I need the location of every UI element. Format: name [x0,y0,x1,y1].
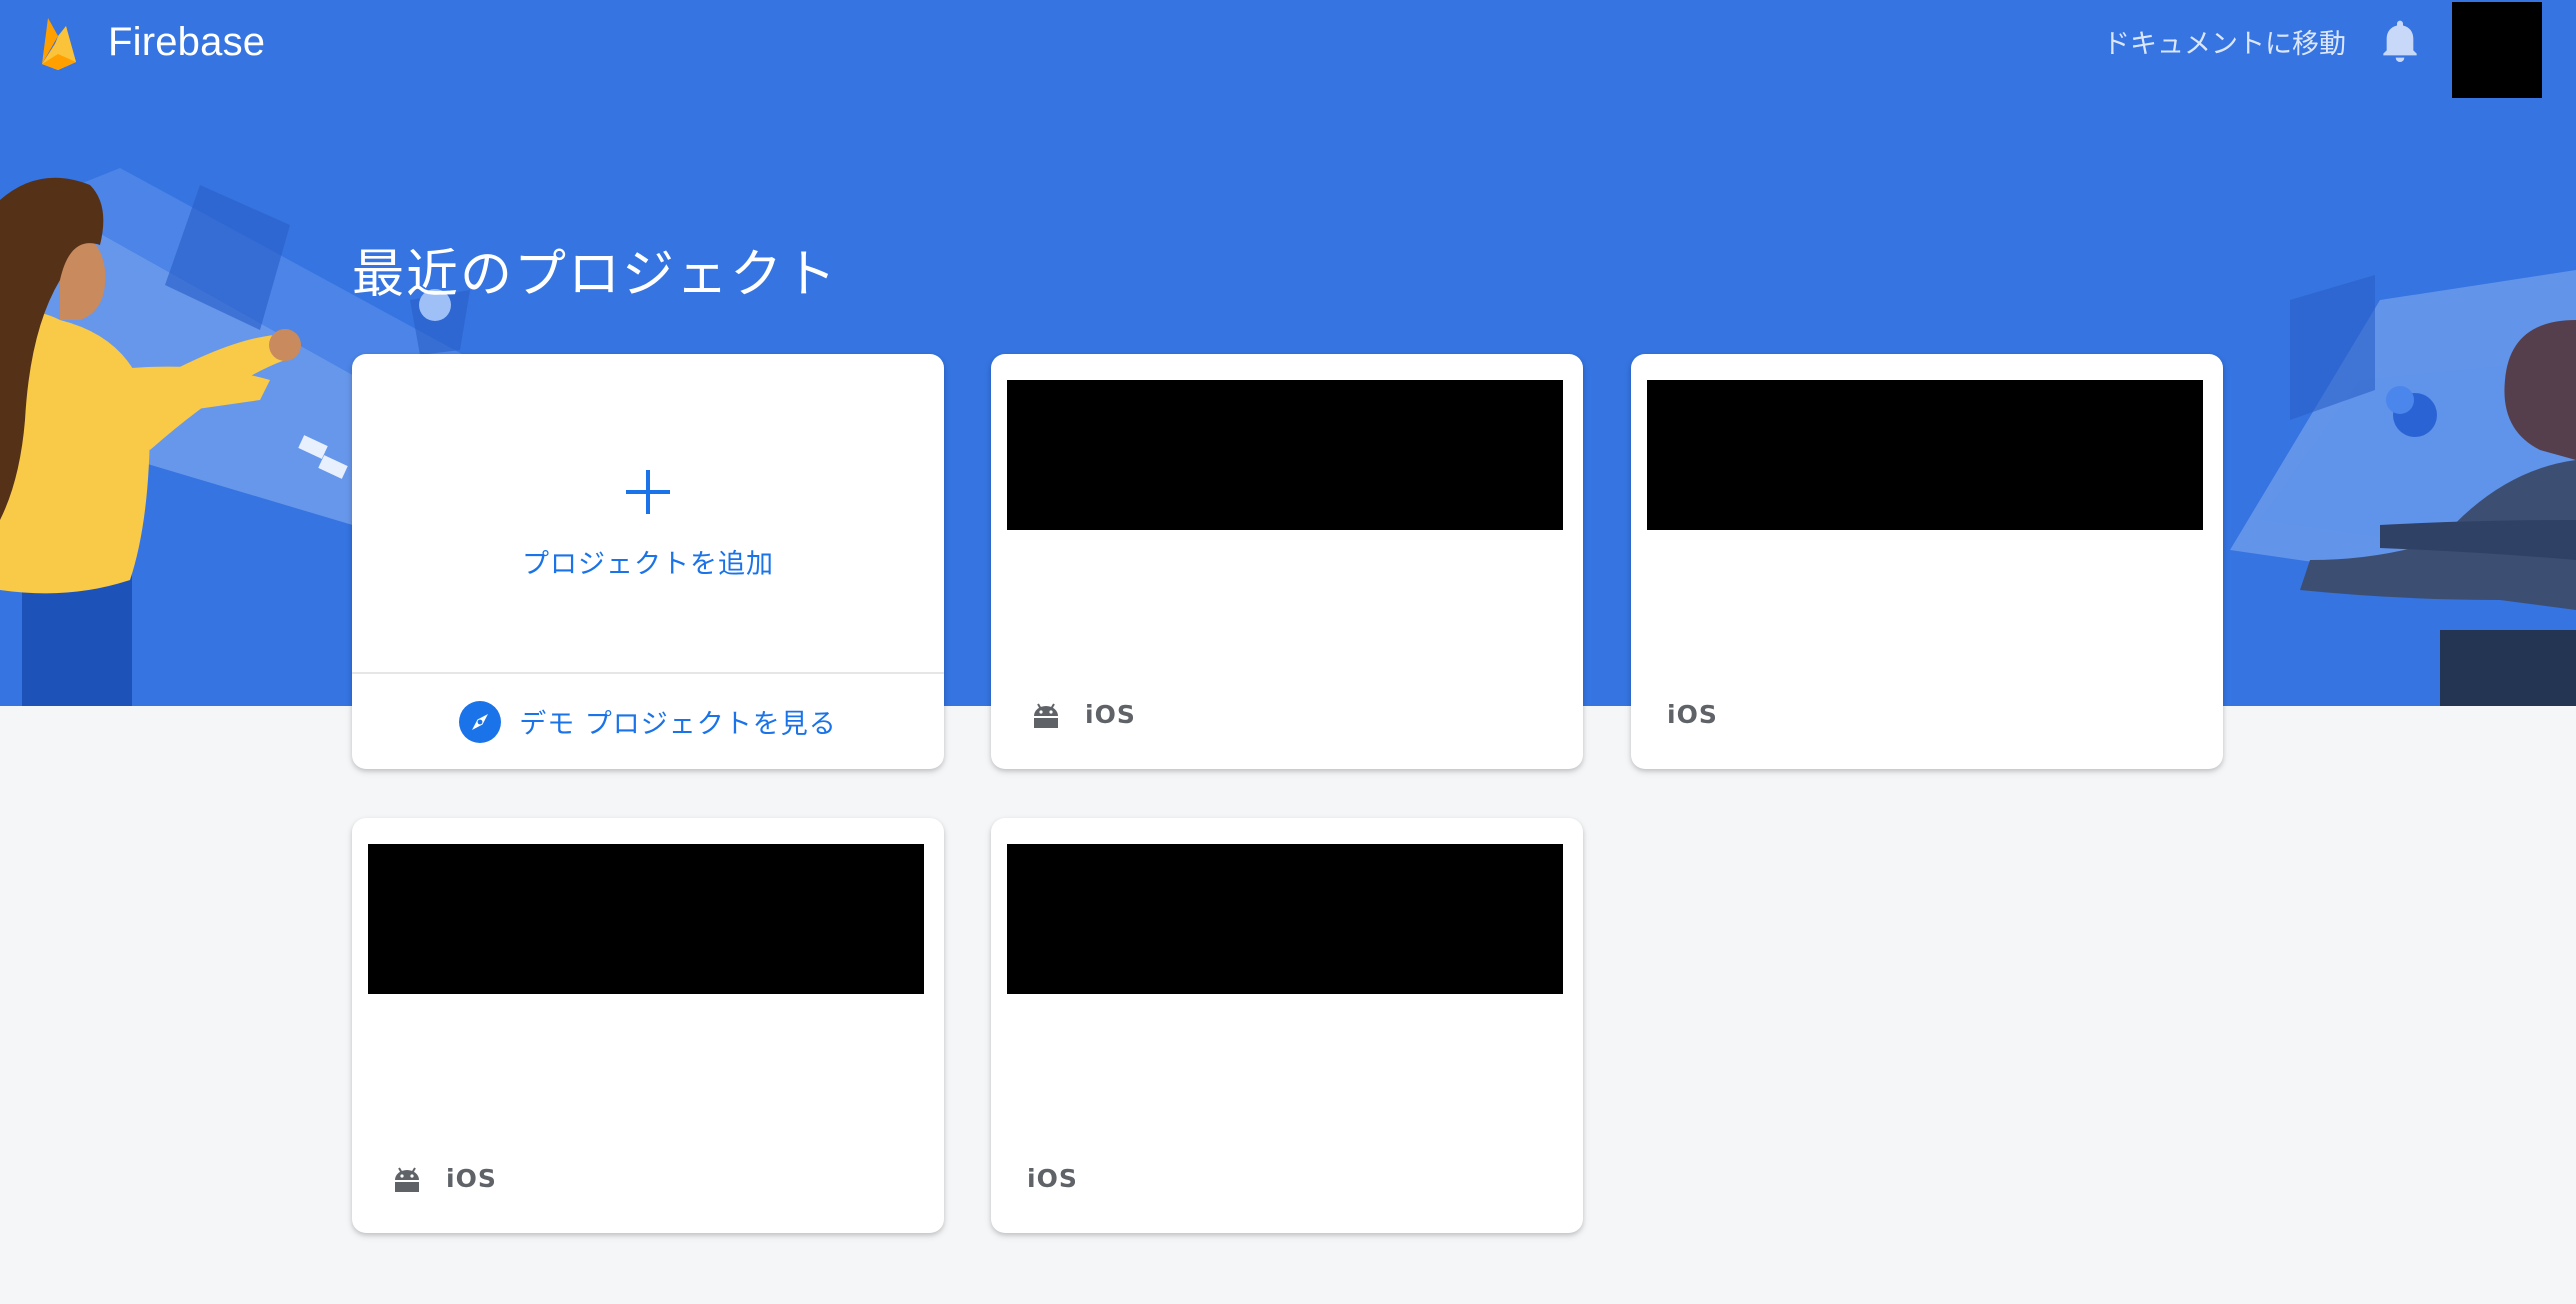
android-icon [395,1166,419,1192]
ios-badge: iOS [1085,700,1136,729]
compass-icon [459,700,502,743]
project-name-redacted [1007,844,1563,994]
project-card[interactable]: iOS [991,818,1583,1233]
bell-icon[interactable] [2380,20,2420,64]
platform-list: iOS [1031,700,1136,729]
add-project-label: プロジェクトを追加 [522,548,774,580]
ios-badge: iOS [1667,700,1718,729]
ios-badge: iOS [446,1164,497,1193]
demo-project-label: デモ プロジェクトを見る [519,709,837,740]
android-icon [1034,702,1058,728]
project-name-redacted [1647,380,2203,530]
project-card[interactable]: iOS [991,354,1583,769]
add-project-card: プロジェクトを追加 デモ プロジェクトを見る [352,354,944,769]
avatar[interactable] [2452,2,2542,98]
project-card[interactable]: iOS [1631,354,2223,769]
top-bar: Firebase ドキュメントに移動 [0,0,2576,98]
platform-list: iOS [392,1164,497,1193]
brand[interactable]: Firebase [36,14,265,70]
ios-badge: iOS [1027,1164,1078,1193]
brand-name: Firebase [108,19,266,64]
platform-list: iOS [1027,1164,1078,1193]
page-title: 最近のプロジェクト [352,245,839,305]
firebase-flame-icon [42,18,76,70]
project-card[interactable]: iOS [352,818,944,1233]
docs-link[interactable]: ドキュメントに移動 [2103,22,2346,61]
project-name-redacted [1007,380,1563,530]
add-project-button[interactable]: プロジェクトを追加 [352,354,944,672]
project-name-redacted [368,844,924,994]
plus-icon [626,469,670,514]
demo-project-button[interactable]: デモ プロジェクトを見る [352,674,944,769]
platform-list: iOS [1667,700,1718,729]
